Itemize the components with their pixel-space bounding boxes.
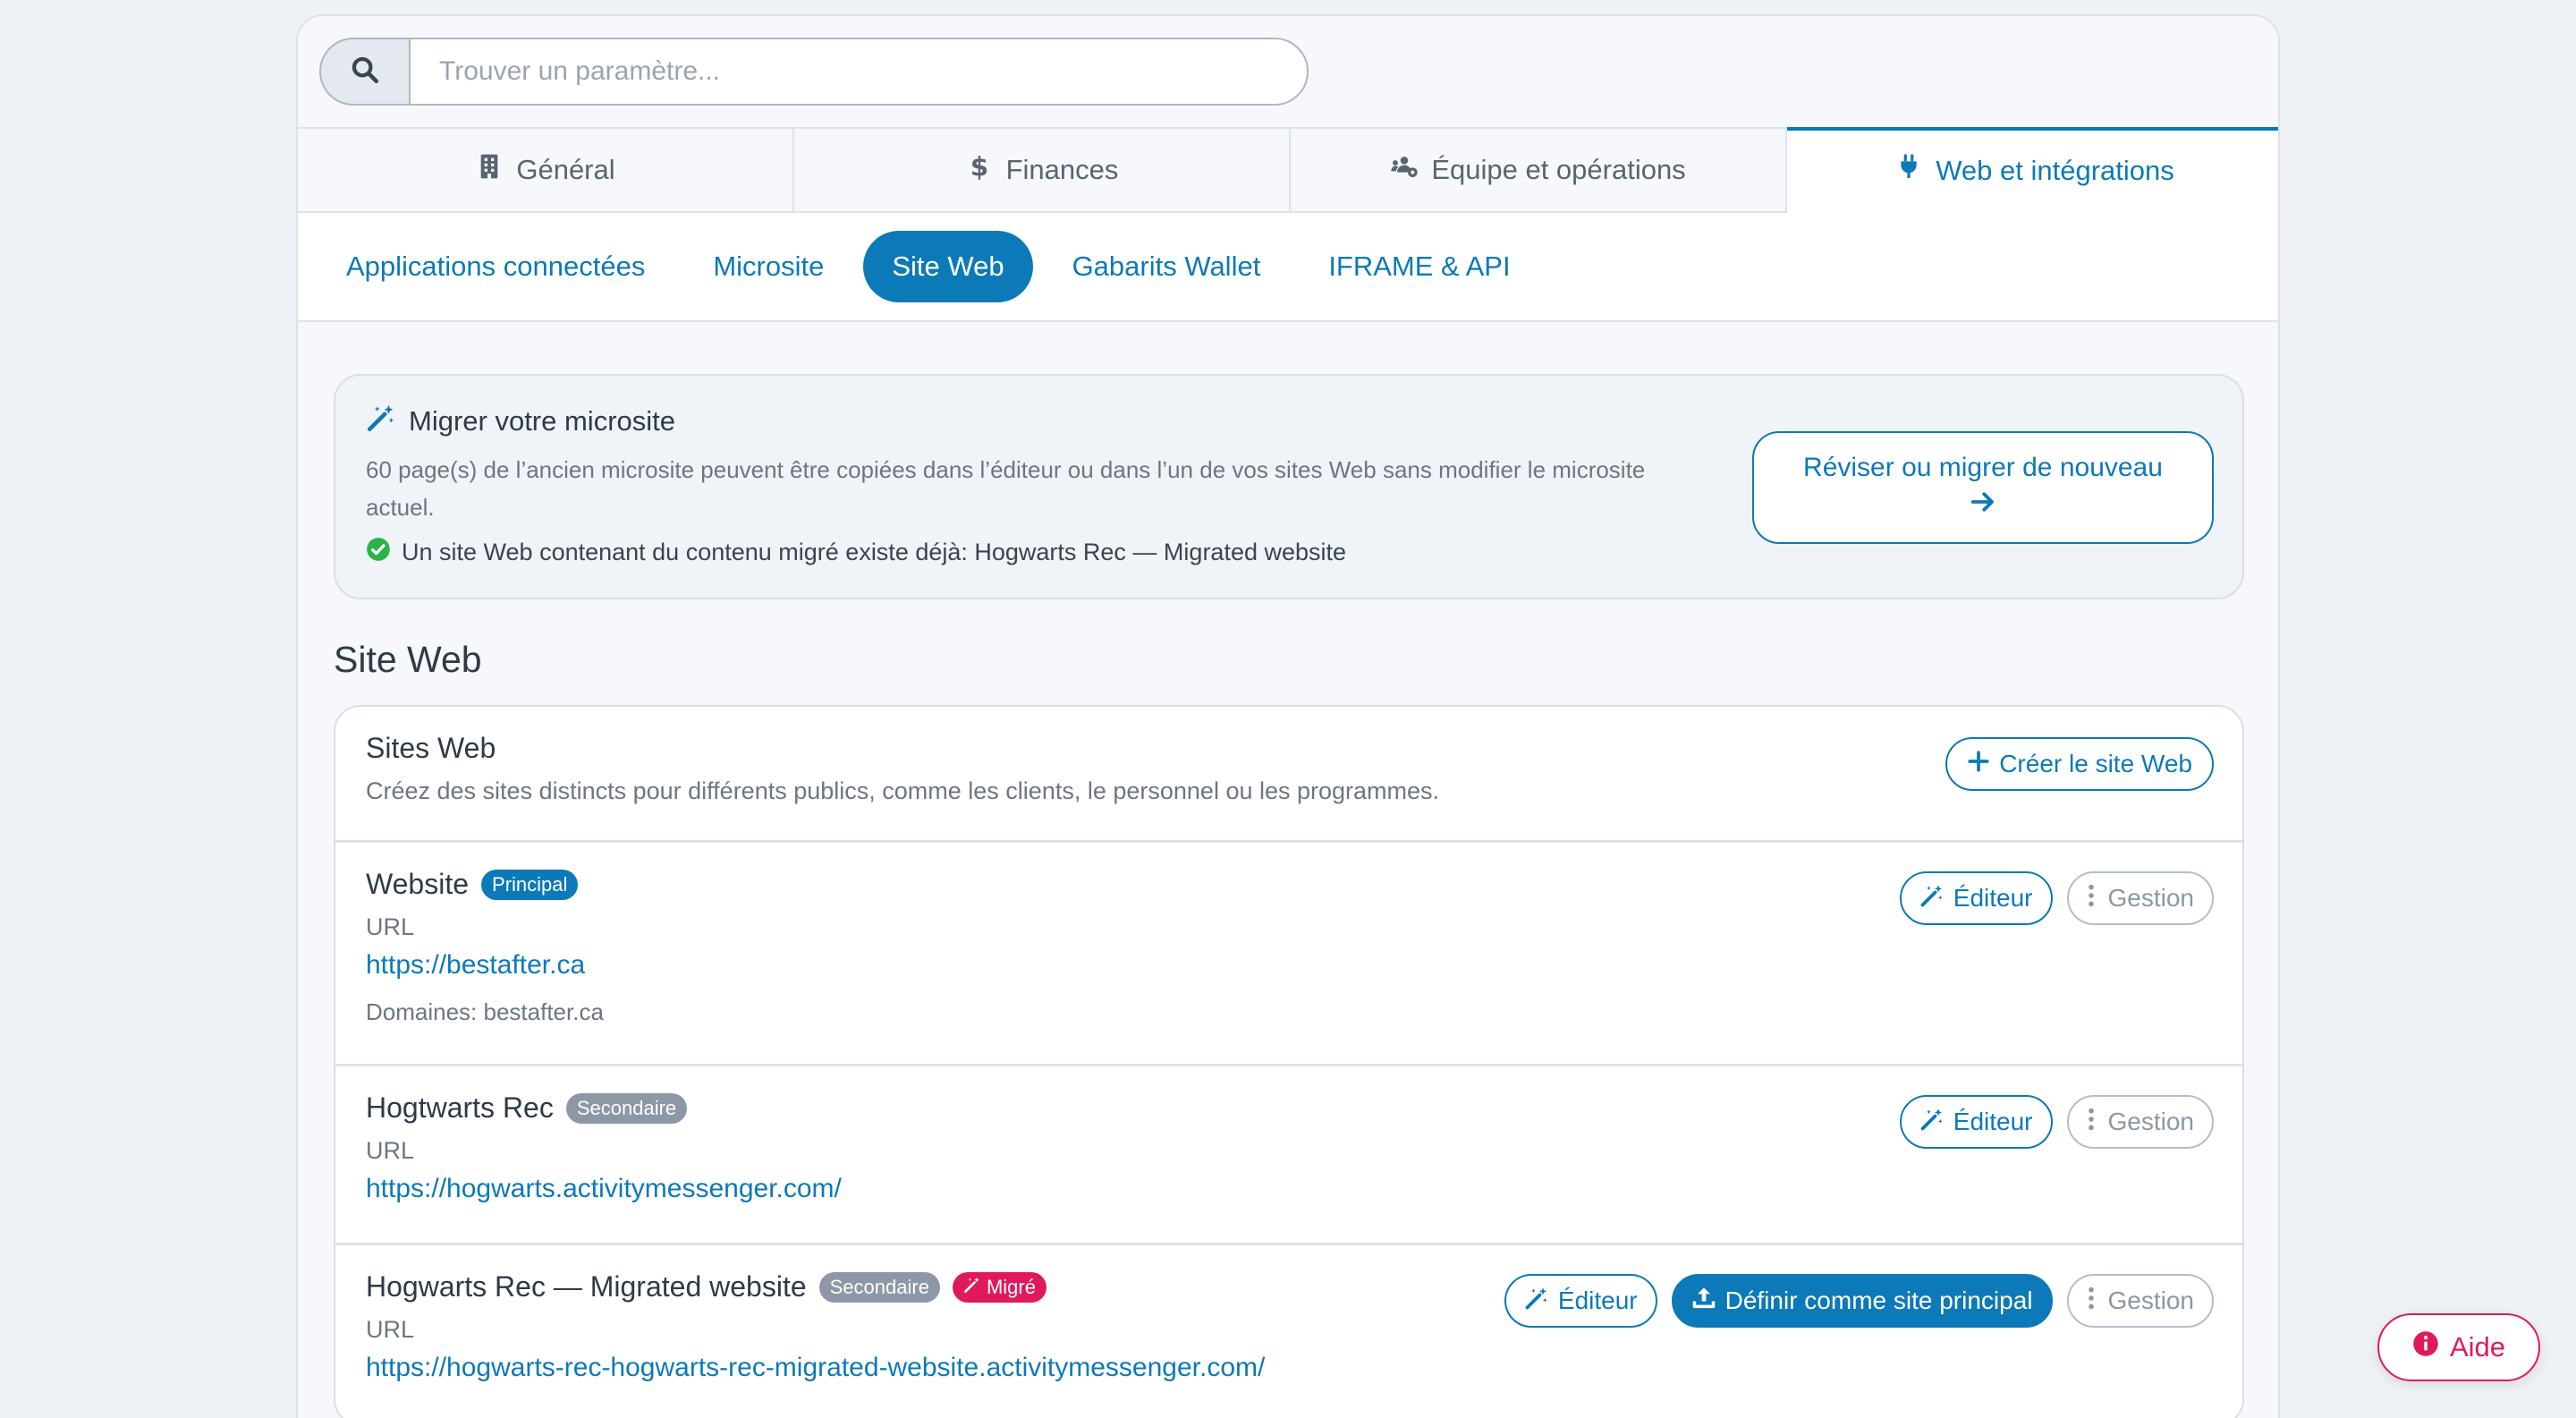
site-url-link[interactable]: https://bestafter.ca: [366, 950, 585, 981]
migrate-title-text: Migrer votre microsite: [409, 405, 675, 437]
site-url-link[interactable]: https://hogwarts.activitymessenger.com/: [366, 1174, 842, 1204]
subtab-wallet-templates[interactable]: Gabarits Wallet: [1044, 231, 1290, 302]
magic-wand-icon: [963, 1276, 981, 1299]
site-actions: Éditeur Définir comme site principal Ges…: [1504, 1274, 2214, 1328]
more-vertical-icon: [2087, 883, 2096, 914]
tab-web-integrations[interactable]: Web et intégrations: [1787, 127, 2278, 213]
manage-button[interactable]: Gestion: [2066, 871, 2214, 925]
check-circle-icon: [366, 537, 391, 568]
sites-description: Créez des sites distincts pour différent…: [366, 777, 1440, 804]
help-label: Aide: [2449, 1331, 2506, 1363]
website-settings: Migrer votre microsite 60 page(s) de l’a…: [334, 374, 2244, 1418]
section-title: Site Web: [334, 639, 482, 680]
manage-button[interactable]: Gestion: [2066, 1095, 2214, 1149]
manage-label: Gestion: [2107, 1108, 2195, 1135]
search-bar: [319, 38, 1309, 106]
subtab-connected-apps[interactable]: Applications connectées: [318, 231, 674, 302]
tab-label: Général: [516, 154, 615, 185]
main-tabs: Général $ Finances Équipe et opérations …: [298, 127, 2278, 213]
site-actions: Éditeur Gestion: [1899, 871, 2214, 925]
editor-label: Éditeur: [1953, 884, 2033, 912]
editor-button[interactable]: Éditeur: [1899, 871, 2053, 925]
building-icon: [475, 152, 504, 188]
migrated-badge: Migré: [952, 1271, 1046, 1303]
magic-wand-icon: [1919, 883, 1945, 914]
search-button[interactable]: [319, 38, 409, 106]
svg-text:$: $: [970, 152, 987, 181]
editor-label: Éditeur: [1557, 1286, 1638, 1314]
search-input[interactable]: [409, 38, 1309, 106]
magic-wand-icon: [1919, 1107, 1945, 1138]
tab-team-operations[interactable]: Équipe et opérations: [1291, 129, 1787, 213]
secondary-badge: Secondaire: [818, 1271, 940, 1303]
more-vertical-icon: [2087, 1286, 2096, 1317]
sites-header: Sites Web Créez des sites distincts pour…: [335, 707, 2242, 843]
plus-icon: [1967, 750, 1990, 779]
manage-label: Gestion: [2107, 1286, 2195, 1314]
create-website-button[interactable]: Créer le site Web: [1945, 737, 2214, 791]
tab-label: Web et intégrations: [1936, 155, 2174, 186]
help-button[interactable]: Aide: [2377, 1313, 2540, 1381]
site-row: Hogwarts Rec — Migrated website Secondai…: [335, 1245, 2242, 1418]
dollar-icon: $: [965, 152, 994, 188]
settings-panel: Général $ Finances Équipe et opérations …: [296, 14, 2280, 1418]
magic-wand-icon: [1524, 1286, 1549, 1317]
set-primary-label: Définir comme site principal: [1724, 1286, 2033, 1314]
editor-label: Éditeur: [1953, 1108, 2033, 1135]
manage-button[interactable]: Gestion: [2066, 1274, 2214, 1328]
more-vertical-icon: [2087, 1107, 2096, 1138]
sites-card: Sites Web Créez des sites distincts pour…: [334, 705, 2244, 1418]
site-name: Hogwarts Rec — Migrated website: [366, 1270, 807, 1303]
set-primary-button[interactable]: Définir comme site principal: [1671, 1274, 2053, 1328]
site-row: Hogtwarts Rec Secondaire URL https://hog…: [335, 1066, 2242, 1245]
review-migrate-button[interactable]: Réviser ou migrer de nouveau: [1752, 431, 2214, 544]
sub-tabs: Applications connectées Microsite Site W…: [298, 213, 2278, 322]
editor-button[interactable]: Éditeur: [1504, 1274, 1657, 1328]
site-row: Website Principal URL https://bestafter.…: [335, 843, 2242, 1066]
primary-badge: Principal: [481, 869, 579, 900]
sites-title: Sites Web: [366, 732, 496, 764]
content-area: Applications connectées Microsite Site W…: [298, 213, 2278, 1418]
info-icon: [2412, 1330, 2439, 1364]
tab-label: Équipe et opérations: [1431, 154, 1686, 185]
tab-general[interactable]: Général: [298, 129, 794, 213]
subtab-website[interactable]: Site Web: [863, 231, 1033, 302]
subtab-iframe-api[interactable]: IFRAME & API: [1300, 231, 1538, 302]
tab-label: Finances: [1005, 154, 1119, 185]
editor-button[interactable]: Éditeur: [1899, 1095, 2053, 1149]
tab-finances[interactable]: $ Finances: [794, 129, 1291, 213]
magic-wand-icon: [366, 403, 396, 440]
site-name: Website: [366, 868, 470, 900]
site-name: Hogtwarts Rec: [366, 1091, 554, 1124]
search-icon: [350, 55, 380, 89]
manage-label: Gestion: [2107, 884, 2195, 912]
review-migrate-label: Réviser ou migrer de nouveau: [1803, 453, 2163, 482]
secondary-badge: Secondaire: [565, 1092, 688, 1124]
site-url-link[interactable]: https://hogwarts-rec-hogwarts-rec-migrat…: [366, 1353, 1265, 1383]
migrate-description: 60 page(s) de l’ancien microsite peuvent…: [366, 456, 1646, 521]
site-actions: Éditeur Gestion: [1899, 1095, 2214, 1149]
site-domains: Domaines: bestafter.ca: [366, 998, 604, 1025]
migrate-card: Migrer votre microsite 60 page(s) de l’a…: [334, 374, 2244, 599]
migrated-badge-label: Migré: [986, 1275, 1036, 1298]
migrate-status-text: Un site Web contenant du contenu migré e…: [402, 539, 1347, 565]
users-gear-icon: [1390, 152, 1419, 188]
arrow-right-icon: [1970, 488, 1996, 522]
create-website-label: Créer le site Web: [1999, 750, 2192, 777]
subtab-microsite[interactable]: Microsite: [684, 231, 852, 302]
upload-icon: [1691, 1286, 1716, 1317]
plug-icon: [1894, 153, 1923, 189]
